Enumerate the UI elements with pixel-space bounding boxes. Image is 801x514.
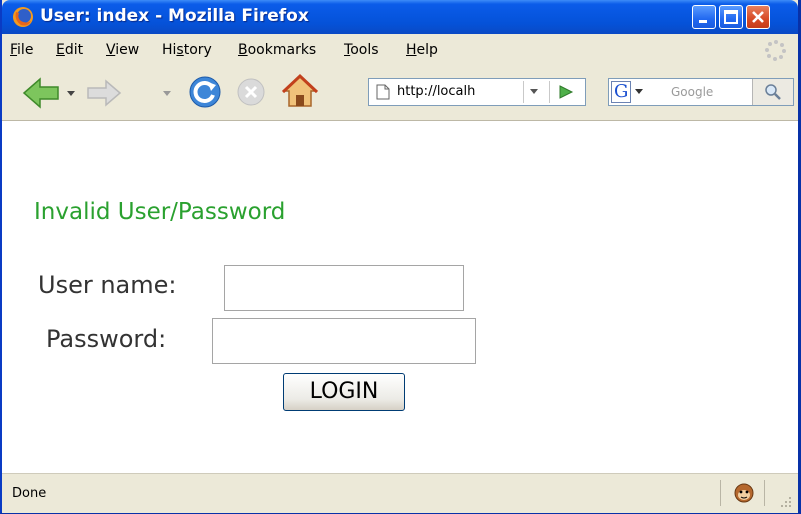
status-separator bbox=[720, 480, 721, 506]
menu-history[interactable]: History bbox=[162, 42, 212, 58]
go-divider bbox=[549, 81, 550, 103]
login-button[interactable]: LOGIN bbox=[283, 373, 405, 411]
status-text: Done bbox=[12, 486, 47, 501]
menu-edit[interactable]: Edit bbox=[56, 42, 83, 58]
menu-file[interactable]: File bbox=[10, 42, 33, 58]
search-placeholder: Google bbox=[671, 85, 714, 99]
greasemonkey-icon[interactable] bbox=[733, 482, 755, 504]
close-icon bbox=[752, 11, 764, 23]
forward-dropdown-icon[interactable] bbox=[162, 90, 172, 98]
search-box[interactable]: G Google bbox=[608, 78, 794, 106]
menu-help[interactable]: Help bbox=[406, 42, 438, 58]
username-label: User name: bbox=[38, 271, 177, 299]
navigation-toolbar: http://localh G Google bbox=[2, 66, 798, 121]
url-history-dropdown-icon[interactable] bbox=[529, 88, 539, 96]
throbber-icon bbox=[765, 40, 786, 61]
firefox-icon bbox=[13, 7, 33, 27]
url-text[interactable]: http://localh bbox=[397, 84, 475, 99]
maximize-icon bbox=[724, 10, 738, 24]
menu-bookmarks[interactable]: Bookmarks bbox=[238, 42, 316, 58]
address-bar[interactable]: http://localh bbox=[368, 78, 586, 106]
google-logo-icon: G bbox=[614, 81, 629, 102]
page-content: Invalid User/Password User name: Passwor… bbox=[2, 121, 798, 473]
close-button[interactable] bbox=[746, 5, 770, 29]
menu-view[interactable]: View bbox=[106, 42, 139, 58]
search-engine-dropdown-icon[interactable] bbox=[635, 88, 644, 96]
reload-icon[interactable] bbox=[188, 75, 222, 109]
status-separator-2 bbox=[764, 480, 765, 506]
error-message: Invalid User/Password bbox=[34, 199, 286, 225]
search-button[interactable] bbox=[752, 79, 793, 105]
minimize-icon bbox=[699, 20, 707, 23]
username-input[interactable] bbox=[224, 265, 464, 311]
window-title: User: index - Mozilla Firefox bbox=[40, 6, 309, 26]
menu-tools[interactable]: Tools bbox=[344, 42, 379, 58]
home-icon[interactable] bbox=[282, 73, 318, 109]
search-engine-button[interactable]: G bbox=[611, 81, 631, 103]
title-bar[interactable]: User: index - Mozilla Firefox bbox=[2, 0, 798, 34]
password-input[interactable] bbox=[212, 318, 476, 364]
url-divider bbox=[523, 81, 524, 103]
browser-window: User: index - Mozilla Firefox File Edit … bbox=[0, 0, 801, 514]
go-icon[interactable] bbox=[557, 84, 575, 100]
magnifier-icon bbox=[765, 84, 781, 100]
password-label: Password: bbox=[46, 325, 167, 353]
minimize-button[interactable] bbox=[692, 5, 716, 29]
stop-icon[interactable] bbox=[236, 77, 266, 107]
resize-grip-icon[interactable] bbox=[780, 496, 792, 508]
page-icon bbox=[376, 84, 390, 100]
forward-arrow-icon[interactable] bbox=[84, 78, 122, 108]
back-dropdown-icon[interactable] bbox=[66, 90, 76, 98]
back-arrow-icon[interactable] bbox=[22, 76, 62, 110]
maximize-button[interactable] bbox=[719, 5, 743, 29]
menu-bar: File Edit View History Bookmarks Tools H… bbox=[2, 34, 798, 66]
status-bar: Done bbox=[2, 473, 798, 513]
